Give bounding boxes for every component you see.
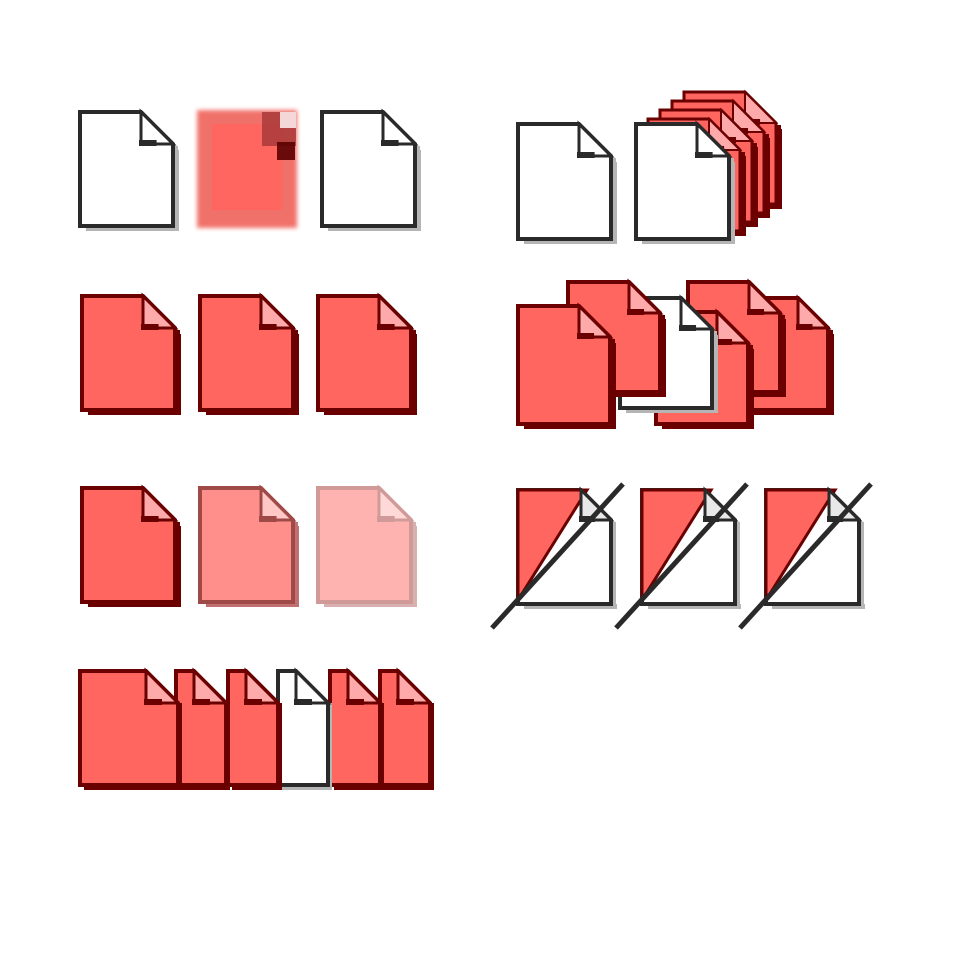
document-stack-icon	[634, 89, 782, 244]
document-very-faded-icon	[316, 484, 417, 607]
document-red-icon	[226, 667, 282, 790]
document-icons-scattered	[516, 278, 834, 429]
document-red-icon	[174, 667, 230, 790]
document-icons-overlapping-row	[78, 667, 434, 790]
document-red-icon	[80, 484, 181, 607]
document-crossed-icon	[490, 482, 625, 630]
document-outline-icon	[78, 108, 179, 231]
document-red-icon	[316, 292, 417, 415]
document-red-icon	[198, 292, 299, 415]
document-icons-stack	[516, 89, 782, 244]
document-crossed-icon	[614, 482, 749, 630]
document-outline-icon	[516, 120, 617, 244]
icon-sheet	[78, 89, 873, 790]
document-overlapping-row-icon	[78, 667, 434, 790]
document-scattered-group-icon	[516, 278, 834, 429]
document-red-icon	[328, 667, 384, 790]
document-red-icon	[378, 667, 434, 790]
document-blurred-red-icon	[197, 110, 297, 228]
document-icons-fading	[80, 484, 417, 607]
document-outline-icon	[276, 667, 332, 790]
document-icons-red-row	[80, 292, 417, 415]
document-outline-icon	[320, 108, 421, 231]
document-crossed-icon	[738, 482, 873, 630]
document-red-icon	[80, 292, 181, 415]
document-icons-neutral-row	[78, 108, 421, 231]
document-icons-crossed	[490, 482, 873, 630]
document-red-icon	[78, 667, 182, 790]
document-faded-icon	[198, 484, 299, 607]
